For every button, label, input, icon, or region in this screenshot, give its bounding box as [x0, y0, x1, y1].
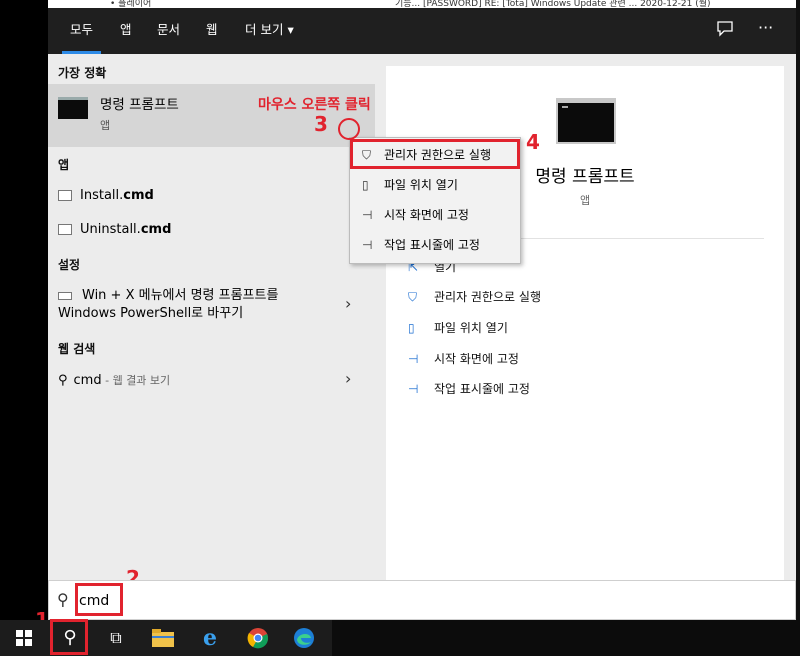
annotation-highlight-taskbar-search — [50, 619, 88, 655]
app-name-match: cmd — [123, 188, 154, 203]
shield-icon: ⛉ — [408, 290, 418, 304]
script-file-icon — [58, 224, 72, 235]
tab-web[interactable]: 웹 — [206, 8, 218, 54]
chevron-right-icon[interactable]: › — [345, 294, 351, 313]
app-name-match: cmd — [140, 222, 172, 237]
chevron-right-icon[interactable]: › — [345, 369, 351, 388]
tab-apps[interactable]: 앱 — [120, 8, 132, 54]
context-pin-to-start[interactable]: ⊣ 시작 화면에 고정 — [350, 200, 520, 230]
best-match-heading: 가장 정확 — [58, 66, 107, 80]
pin-icon: ⊣ — [408, 382, 419, 396]
action-label: 파일 위치 열기 — [434, 321, 508, 335]
task-view-icon[interactable]: ⧉ — [96, 620, 136, 656]
context-label: 시작 화면에 고정 — [384, 208, 469, 222]
command-prompt-icon — [58, 97, 88, 119]
annotation-step-3: 3 — [314, 112, 328, 136]
annotation-right-click-label: 마우스 오른쪽 클릭 — [258, 97, 371, 113]
action-label: 시작 화면에 고정 — [434, 352, 519, 366]
start-menu: 모두 앱 문서 웹 더 보기 ▾ ··· 가장 정확 명령 프롬프트 앱 앱 I… — [48, 8, 796, 580]
internet-explorer-icon[interactable]: e — [190, 620, 230, 656]
action-label: 관리자 권한으로 실행 — [434, 290, 541, 304]
apps-heading: 앱 — [58, 158, 70, 172]
web-search-item[interactable]: ⚲ cmd - 웹 결과 보기 — [58, 372, 170, 388]
action-open-file-location[interactable]: ▯ 파일 위치 열기 — [408, 319, 508, 336]
action-label: 작업 표시줄에 고정 — [434, 382, 530, 396]
context-pin-to-taskbar[interactable]: ⊣ 작업 표시줄에 고정 — [350, 230, 520, 260]
annotation-step-4: 4 — [526, 130, 540, 154]
background-left — [0, 0, 48, 620]
taskbar-setting-icon — [58, 291, 72, 300]
file-location-icon: ▯ — [408, 321, 415, 335]
app-name: Install. — [80, 188, 124, 203]
file-location-icon: ▯ — [362, 178, 369, 192]
command-prompt-large-icon — [556, 98, 616, 144]
more-icon[interactable]: ··· — [758, 18, 773, 37]
annotation-right-click-circle — [338, 118, 360, 140]
action-run-as-admin[interactable]: ⛉ 관리자 권한으로 실행 — [408, 288, 541, 305]
best-match-type: 앱 — [100, 119, 111, 132]
settings-line2: Windows PowerShell로 바꾸기 — [58, 306, 244, 321]
pin-icon: ⊣ — [362, 238, 373, 252]
search-icon: ⚲ — [58, 373, 68, 388]
tab-more[interactable]: 더 보기 ▾ — [245, 8, 294, 54]
background-window-strip: • 플레이어 기능... [PASSWORD] RE: [Tota] Windo… — [0, 0, 800, 9]
search-box[interactable]: ⚲ — [48, 580, 796, 620]
settings-item[interactable]: Win + X 메뉴에서 명령 프롬프트를 Windows PowerShell… — [58, 287, 278, 323]
annotation-highlight-search-input — [75, 583, 123, 616]
annotation-highlight-run-as-admin — [350, 139, 520, 169]
action-pin-to-start[interactable]: ⊣ 시작 화면에 고정 — [408, 350, 519, 367]
list-item-uninstall-cmd[interactable]: Uninstall.cmd — [58, 222, 171, 237]
web-suffix: - 웹 결과 보기 — [101, 374, 171, 387]
feedback-icon[interactable] — [716, 20, 734, 42]
edge-icon[interactable] — [284, 620, 324, 656]
windows-start-icon[interactable] — [4, 620, 44, 656]
context-label: 파일 위치 열기 — [384, 178, 458, 192]
pin-icon: ⊣ — [362, 208, 373, 222]
script-file-icon — [58, 190, 72, 201]
tab-documents[interactable]: 문서 — [157, 8, 180, 54]
app-name: Uninstall. — [80, 222, 141, 237]
pin-icon: ⊣ — [408, 352, 419, 366]
settings-heading: 설정 — [58, 258, 81, 272]
settings-line1: Win + X 메뉴에서 명령 프롬프트를 — [82, 288, 279, 303]
best-match-name: 명령 프롬프트 — [100, 97, 179, 113]
tab-all[interactable]: 모두 — [61, 8, 102, 54]
web-query: cmd — [73, 373, 102, 388]
context-label: 작업 표시줄에 고정 — [384, 238, 480, 252]
chrome-icon[interactable] — [238, 620, 278, 656]
context-open-file-location[interactable]: ▯ 파일 위치 열기 — [350, 170, 520, 200]
search-filter-bar: 모두 앱 문서 웹 더 보기 ▾ ··· — [48, 8, 796, 54]
background-right — [796, 0, 800, 620]
web-search-heading: 웹 검색 — [58, 342, 96, 356]
taskbar-empty-area — [332, 620, 800, 656]
search-icon: ⚲ — [57, 590, 69, 609]
file-explorer-icon[interactable] — [143, 620, 183, 656]
action-pin-to-taskbar[interactable]: ⊣ 작업 표시줄에 고정 — [408, 380, 530, 397]
list-item-install-cmd[interactable]: Install.cmd — [58, 188, 154, 203]
